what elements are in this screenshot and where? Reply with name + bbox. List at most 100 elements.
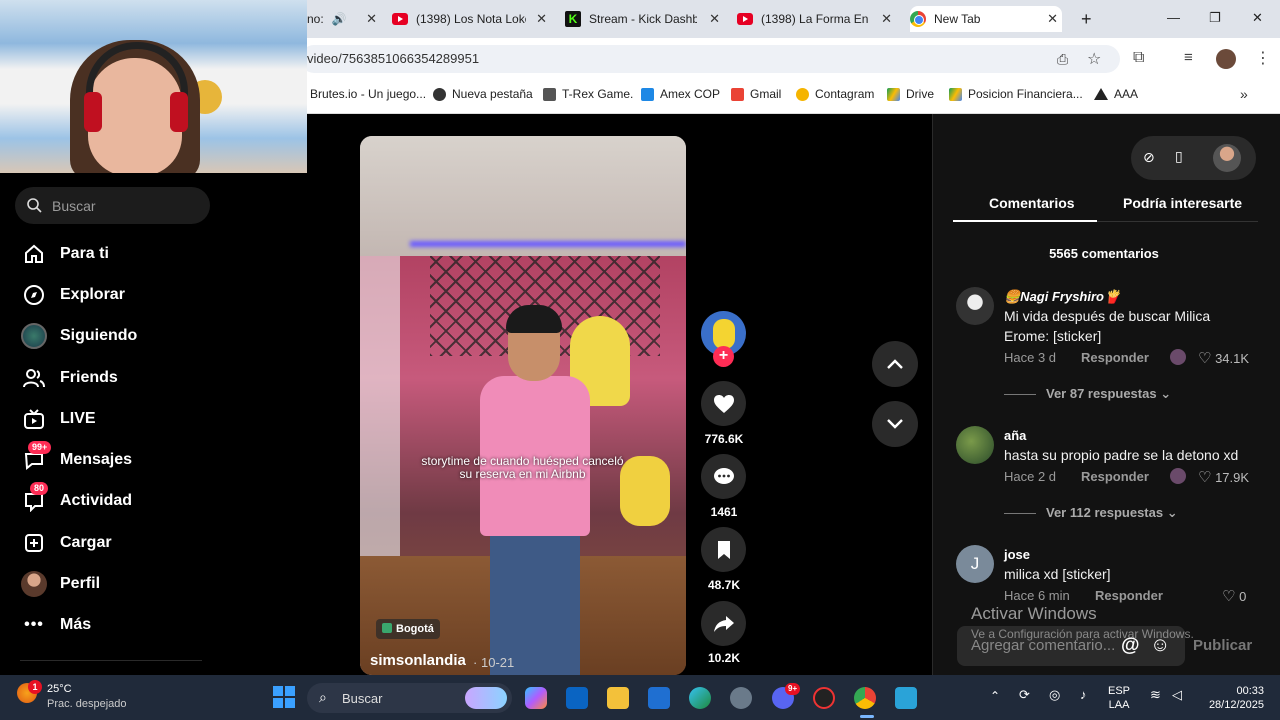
sidebar-item-mas[interactable]: ••• Más [20,610,91,640]
url-text[interactable]: video/7563851066354289951 [307,51,479,66]
search-input[interactable]: Buscar [15,187,210,224]
commenter-avatar[interactable] [956,426,994,464]
tab-podria-interesarte[interactable]: Podría interesarte [1123,195,1242,211]
chrome-icon[interactable] [854,687,876,709]
maximize-icon[interactable]: ❐ [1209,10,1221,26]
bookmark-item[interactable]: Posicion Financiera... [949,87,1083,101]
sidebar-item-live[interactable]: LIVE [20,404,96,434]
autoscroll-icon[interactable]: ⊘ [1143,149,1155,166]
bookmark-label: Gmail [750,87,782,101]
file-explorer-icon[interactable] [607,687,629,709]
outlook-icon[interactable] [566,687,588,709]
sidebar-item-para-ti[interactable]: Para ti [20,239,109,269]
weather-desc[interactable]: Prac. despejado [47,698,127,710]
reply-button[interactable]: Responder [1081,350,1149,365]
comment-like[interactable]: ♡ 0 [1222,587,1246,605]
comment-button[interactable] [701,454,746,499]
video-player[interactable] [360,136,686,675]
bookmark-item[interactable]: Gmail [731,87,781,101]
reply-button[interactable]: Responder [1081,469,1149,484]
like-count: 776.6K [704,432,744,446]
close-tab-icon[interactable]: ✕ [366,11,377,27]
following-avatar-icon [20,323,48,349]
bookmark-item[interactable]: Brutes.io - Un juego... [310,87,426,101]
commenter-avatar[interactable] [956,287,994,325]
close-tab-icon[interactable]: ✕ [881,11,892,27]
reply-button[interactable]: Responder [1095,588,1163,603]
share-button[interactable] [701,601,746,646]
close-window-icon[interactable]: ✕ [1252,10,1263,26]
sidebar-item-explorar[interactable]: Explorar [20,280,125,310]
location-tag[interactable]: Bogotá [376,619,440,639]
language-indicator[interactable]: ESP LAA [1108,684,1130,712]
install-app-icon[interactable]: ⎙ [1057,51,1068,68]
sidebar-item-friends[interactable]: Friends [20,363,118,393]
sidebar-item-siguiendo[interactable]: Siguiendo [20,321,137,351]
close-tab-icon[interactable]: ✕ [709,11,720,27]
microsoft-store-icon[interactable] [648,687,670,709]
tab-comentarios[interactable]: Comentarios [989,195,1075,211]
windows-start-icon[interactable] [273,686,295,708]
extensions-icon[interactable]: ⧉ [1133,49,1144,67]
view-replies[interactable]: Ver 112 respuestas ⌄ [1004,505,1178,521]
chevron-up-icon[interactable]: ⌃ [990,689,1000,703]
video-author[interactable]: simsonlandia [370,652,466,669]
view-replies[interactable]: Ver 87 respuestas ⌄ [1004,386,1171,402]
close-tab-icon[interactable]: ✕ [1047,11,1058,27]
bookmark-star-icon[interactable]: ☆ [1087,49,1101,69]
network-icon[interactable]: ◎ [1049,687,1060,703]
sync-icon[interactable]: ⟳ [1019,687,1030,703]
copilot-icon[interactable] [525,687,547,709]
comment-like[interactable]: ♡ 17.9K [1198,468,1249,486]
user-avatar[interactable] [1213,144,1241,172]
wifi-icon[interactable]: ≋ [1150,687,1161,703]
publish-button[interactable]: Publicar [1193,637,1252,654]
tab-youtube-1[interactable]: (1398) Los Nota Loko ✕ [392,6,547,32]
comment-total: 5565 comentarios [1049,246,1159,261]
media-control-icon[interactable]: ≡ [1184,49,1193,66]
obs-icon[interactable] [813,687,835,709]
tab-audio[interactable]: no: 🔊 ✕ [307,6,377,32]
comment-username[interactable]: 🍔Nagi Fryshiro🍟 [1004,289,1120,305]
bookmark-item[interactable]: AAA [1094,87,1138,101]
bookmark-item[interactable]: Amex COP [641,87,720,101]
follow-button[interactable]: + [713,346,734,367]
bookmark-item[interactable]: Contagram [796,87,874,101]
settings-gear-icon[interactable] [730,687,752,709]
bookmark-item[interactable]: Drive [887,87,934,101]
microphone-icon[interactable]: ♪ [1080,687,1087,702]
sidebar-item-actividad[interactable]: 80 Actividad [20,482,132,516]
device-icon[interactable]: ▯ [1175,148,1183,165]
commenter-avatar[interactable]: J [956,545,994,583]
app-f-icon[interactable] [895,687,917,709]
profile-avatar-icon[interactable] [1216,49,1236,69]
weather-temp[interactable]: 25°C [47,683,72,695]
comment-username[interactable]: aña [1004,428,1026,443]
like-button[interactable] [701,381,746,426]
sidebar-item-mensajes[interactable]: 99+ Mensajes [20,441,132,475]
taskbar-search[interactable]: ⌕ Buscar [307,683,512,713]
minimize-icon[interactable]: — [1167,10,1180,25]
comment-text: milica xd [sticker] [1004,566,1111,582]
tab-kick[interactable]: K Stream - Kick Dashbo ✕ [565,6,720,32]
browser-menu-icon[interactable]: ⋮ [1255,48,1271,68]
tab-new-tab[interactable]: New Tab ✕ [910,6,1062,32]
next-video-button[interactable] [872,401,918,447]
bookmark-item[interactable]: T-Rex Game. [543,87,633,101]
sidebar-item-perfil[interactable]: Perfil [20,569,100,599]
comment-username[interactable]: jose [1004,547,1030,562]
comment-like[interactable]: ♡ 34.1K [1198,349,1249,367]
comment-count: 1461 [710,505,738,519]
bookmark-item[interactable]: Nueva pestaña [433,87,533,101]
previous-video-button[interactable] [872,341,918,387]
volume-icon[interactable]: ◁ [1172,687,1182,703]
more-bookmarks-icon[interactable]: » [1240,86,1248,102]
save-button[interactable] [701,527,746,572]
speaker-icon[interactable]: 🔊 [332,12,347,26]
tab-youtube-2[interactable]: (1398) La Forma En C ✕ [737,6,892,32]
new-tab-button[interactable]: + [1081,9,1092,30]
close-tab-icon[interactable]: ✕ [536,11,547,27]
clock[interactable]: 00:33 28/12/2025 [1200,684,1264,712]
sidebar-item-cargar[interactable]: Cargar [20,528,112,558]
edge-icon[interactable] [689,687,711,709]
